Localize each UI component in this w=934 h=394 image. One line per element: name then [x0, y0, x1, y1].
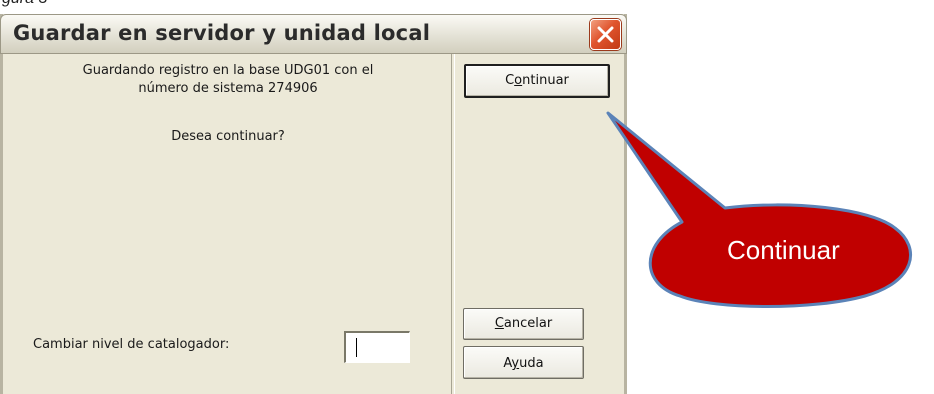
callout-text: Continuar [727, 235, 840, 265]
callout-shape [606, 111, 913, 308]
callout-bubble [606, 111, 913, 308]
